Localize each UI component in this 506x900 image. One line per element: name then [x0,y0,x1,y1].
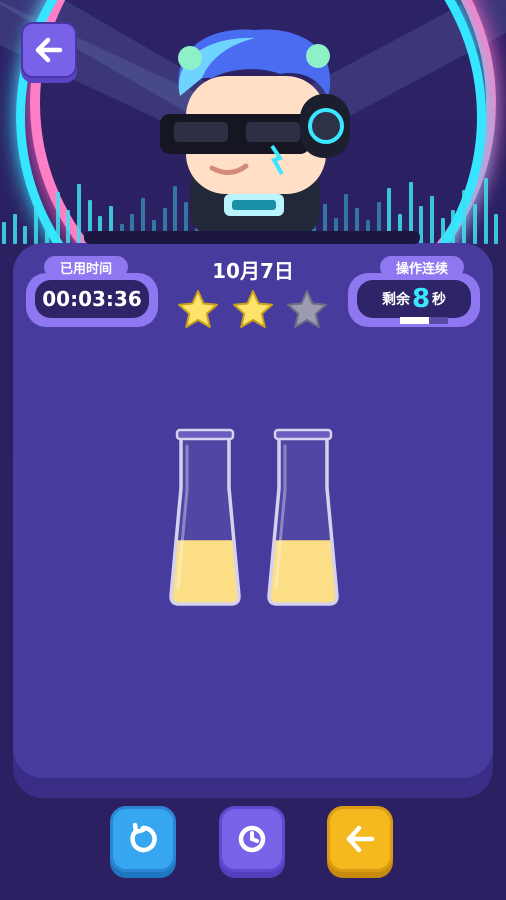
timer-value: 00:03:36 [35,280,149,318]
dj-character [160,29,350,233]
undo-icon [130,822,157,853]
eq-bar [34,204,39,244]
arrow-left-icon [346,825,375,853]
eq-bar [2,222,6,244]
eq-bar [12,214,17,244]
star-icon [233,290,273,328]
eq-bar [23,226,28,244]
eq-bar [66,210,71,244]
combo-prefix: 剩余 [381,292,410,308]
combo-seconds: 8 [411,284,431,314]
combo-progress-track [400,317,448,324]
eq-bar [483,178,488,244]
eq-bar [462,190,467,244]
eq-bar [76,184,81,244]
tube-1[interactable] [167,428,243,608]
eq-bar [494,214,499,244]
eq-bar [55,192,60,244]
combo-label: 操作连续 [380,256,464,278]
dj-stage [0,0,506,260]
eq-bar [451,210,456,244]
combo-suffix: 秒 [432,292,447,308]
combo-countdown: 剩余 8 秒 [357,280,471,318]
arrow-left-icon [35,37,63,63]
back-button[interactable] [21,22,77,78]
eq-bar [472,204,477,244]
clock-icon [238,825,266,853]
star-icon [178,290,218,328]
eq-bar [440,218,445,244]
combo-progress-fill [400,317,429,324]
eq-bar [44,218,49,244]
timer-button[interactable] [219,806,285,872]
tube-2[interactable] [265,428,341,608]
eq-bar [430,196,434,244]
undo-button[interactable] [110,806,176,872]
star-empty-icon [287,290,327,328]
exit-button[interactable] [327,806,393,872]
dj-deck [84,231,420,244]
